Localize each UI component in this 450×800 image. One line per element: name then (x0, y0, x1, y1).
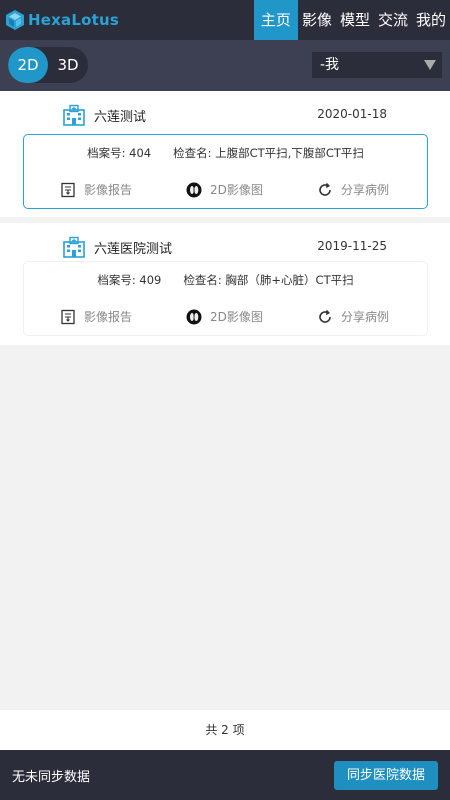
exam-name: 检查名: 上腹部CT平扫,下腹部CT平扫 (173, 146, 364, 160)
tab-communication[interactable]: 交流 (374, 0, 412, 40)
toggle-3d[interactable]: 3D (48, 47, 88, 83)
image-2d-label: 2D影像图 (210, 183, 263, 197)
filter-bar: 2D 3D -我 (0, 40, 450, 91)
exam-date: 2019-11-25 (317, 239, 387, 253)
tab-models[interactable]: 模型 (336, 0, 374, 40)
report-button[interactable]: 影像报告 (60, 308, 132, 325)
scan-image-icon (186, 309, 202, 324)
view-mode-toggle: 2D 3D (8, 47, 88, 83)
report-label: 影像报告 (84, 310, 133, 324)
report-label: 影像报告 (84, 183, 133, 197)
record-card[interactable]: 六莲测试 2020-01-18 档案号: 404 检查名: 上腹部CT平扫,下腹部… (0, 91, 450, 217)
toggle-2d[interactable]: 2D (8, 47, 48, 83)
image-2d-label: 2D影像图 (210, 310, 263, 324)
share-label: 分享病例 (341, 310, 390, 324)
exam-name: 检查名: 胸部（肺+心脏）CT平扫 (183, 273, 354, 287)
hexalotus-logo-icon (6, 10, 24, 30)
brand[interactable]: HexaLotus (0, 0, 119, 40)
tab-images[interactable]: 影像 (298, 0, 336, 40)
brand-name: HexaLotus (28, 11, 119, 29)
record-detail: 档案号: 404 检查名: 上腹部CT平扫,下腹部CT平扫 影像报告 2D影像图 … (23, 134, 428, 209)
sync-hospital-data-button[interactable]: 同步医院数据 (334, 761, 438, 790)
tab-mine[interactable]: 我的 (412, 0, 450, 40)
share-icon (319, 182, 331, 196)
main-nav-tabs: 主页 影像 模型 交流 我的 (253, 0, 450, 40)
share-label: 分享病例 (341, 183, 390, 197)
hospital-icon (63, 104, 85, 126)
top-navbar: HexaLotus 主页 影像 模型 交流 我的 (0, 0, 450, 40)
report-icon (61, 182, 75, 197)
caret-down-icon (424, 60, 436, 70)
hospital-name: 六莲测试 (94, 110, 147, 125)
share-icon (319, 309, 331, 323)
share-case-button[interactable]: 分享病例 (317, 308, 389, 325)
record-count: 共 2 项 (0, 710, 450, 750)
hospital-name: 六莲医院测试 (94, 242, 173, 257)
exam-date: 2020-01-18 (317, 107, 387, 121)
patient-filter-select[interactable]: -我 (312, 52, 442, 78)
hospital-icon (63, 236, 85, 258)
patient-filter-value: -我 (320, 57, 340, 73)
record-card[interactable]: 六莲医院测试 2019-11-25 档案号: 409 检查名: 胸部（肺+心脏）C… (0, 223, 450, 345)
record-actions: 影像报告 2D影像图 分享病例 (24, 181, 427, 201)
record-meta: 档案号: 409 检查名: 胸部（肺+心脏）CT平扫 (24, 272, 427, 288)
scan-image-icon (186, 182, 202, 197)
report-icon (61, 309, 75, 324)
image-2d-button[interactable]: 2D影像图 (186, 181, 263, 198)
image-2d-button[interactable]: 2D影像图 (186, 308, 263, 325)
record-list: 六莲测试 2020-01-18 档案号: 404 检查名: 上腹部CT平扫,下腹部… (0, 91, 450, 345)
record-detail: 档案号: 409 检查名: 胸部（肺+心脏）CT平扫 影像报告 2D影像图 分享病… (23, 261, 428, 336)
record-actions: 影像报告 2D影像图 分享病例 (24, 308, 427, 328)
archive-number: 档案号: 409 (97, 273, 162, 287)
sync-status-text: 无未同步数据 (12, 770, 91, 785)
sync-bar: 无未同步数据 同步医院数据 (0, 750, 450, 800)
tab-home[interactable]: 主页 (253, 0, 298, 40)
archive-number: 档案号: 404 (87, 146, 152, 160)
share-case-button[interactable]: 分享病例 (317, 181, 389, 198)
report-button[interactable]: 影像报告 (60, 181, 132, 198)
record-meta: 档案号: 404 检查名: 上腹部CT平扫,下腹部CT平扫 (24, 145, 427, 161)
